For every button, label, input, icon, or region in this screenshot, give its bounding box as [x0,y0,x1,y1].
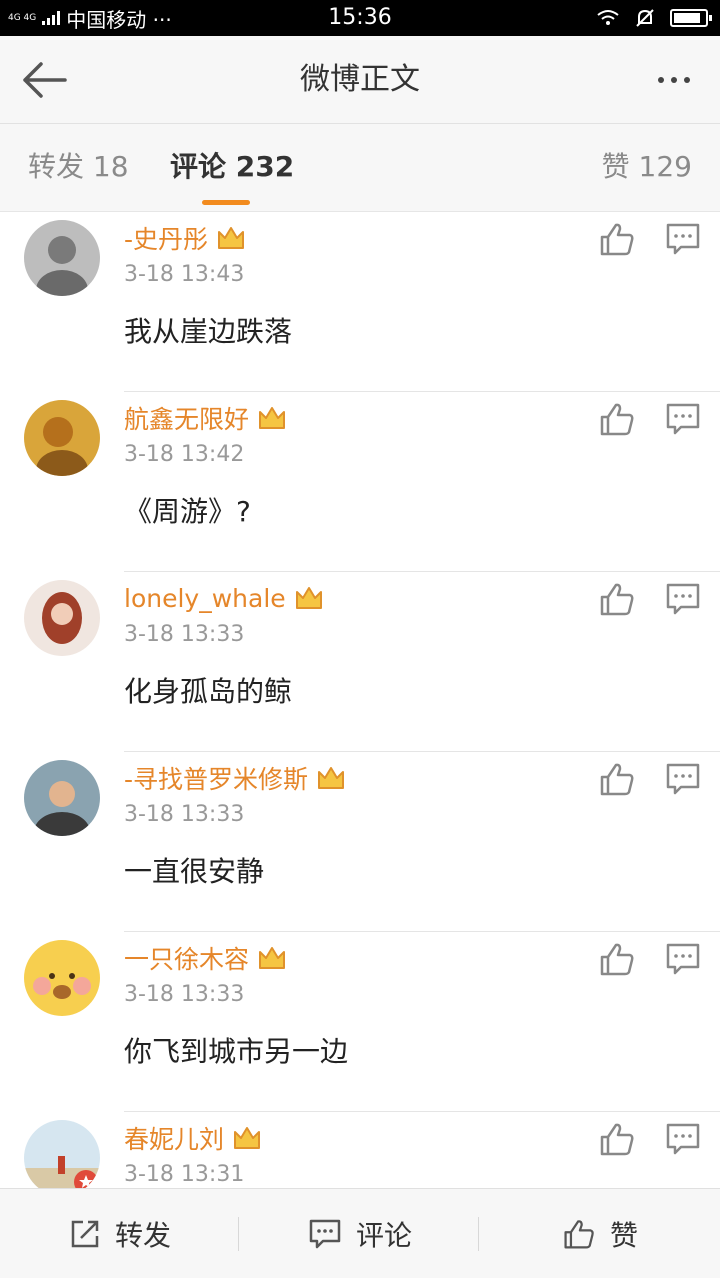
thumbs-up-icon[interactable] [598,220,636,258]
avatar[interactable] [24,1120,100,1188]
comment-time: 3-18 13:31 [124,1162,245,1187]
crown-badge-icon [318,767,345,789]
comment-bubble-icon [309,1219,341,1249]
comment-item: lonely_whale 3-18 13:33 化身孤岛的鲸 [0,572,720,752]
username-row: -史丹彤 [124,218,246,258]
divider [238,1217,239,1251]
avatar[interactable] [24,940,100,1016]
user-avatar-icon [24,1120,100,1188]
comment-item: 春妮儿刘 3-18 13:31 [0,1112,720,1188]
repost-button[interactable]: 转发 [0,1189,240,1278]
username[interactable]: lonely_whale [124,584,286,613]
comment-item: -史丹彤 3-18 13:43 我从崖边跌落 [0,212,720,392]
comment-bubble-icon[interactable] [664,940,702,978]
username[interactable]: -寻找普罗米修斯 [124,760,308,796]
comment-button[interactable]: 评论 [240,1189,480,1278]
avatar[interactable] [24,760,100,836]
more-dots-icon [658,77,664,83]
username-row: lonely_whale [124,578,324,618]
comment-text: 《周游》? [124,495,251,528]
crown-badge-icon [218,227,245,249]
crown-badge-icon [259,947,286,969]
user-avatar-icon [24,760,100,836]
comment-time: 3-18 13:42 [124,442,245,467]
bell-muted-icon [636,9,654,27]
crown-badge-icon [295,587,322,609]
comment-bubble-icon[interactable] [664,220,702,258]
divider [478,1217,479,1251]
more-dot [671,77,677,83]
username[interactable]: 一只徐木容 [124,940,249,976]
bottom-action-bar: 转发 评论 赞 [0,1188,720,1278]
more-dot [684,77,690,83]
username-row: 航鑫无限好 [124,398,287,438]
page-title: 微博正文 [300,62,420,97]
comment-text: 我从崖边跌落 [124,315,293,348]
thumbs-up-icon[interactable] [598,940,636,978]
user-avatar-icon [24,940,100,1016]
status-bar: 4G 4G 中国移动 ··· 15:36 [0,0,720,36]
status-right [596,0,712,36]
tab-like[interactable]: 赞 129 [602,124,692,212]
thumbs-up-icon [564,1220,594,1249]
crown-badge-icon [234,1127,261,1149]
user-avatar-icon [24,580,100,656]
crown-badge-icon [259,407,286,429]
username-row: 一只徐木容 [124,938,287,978]
thumbs-up-icon[interactable] [598,580,636,618]
comment-time: 3-18 13:43 [124,262,245,287]
user-avatar-icon [24,220,100,296]
username[interactable]: -史丹彤 [124,220,208,256]
more-button[interactable] [646,58,702,102]
nav-bar: 微博正文 [0,36,720,124]
comment-time: 3-18 13:33 [124,622,245,647]
username[interactable]: 春妮儿刘 [124,1120,224,1156]
detail-tabs: 转发 18 评论 232 赞 129 [0,124,720,212]
username[interactable]: 航鑫无限好 [124,400,249,436]
user-avatar-icon [24,400,100,476]
comment-time: 3-18 13:33 [124,982,245,1007]
comment-text: 你飞到城市另一边 [124,1035,349,1068]
repost-label: 转发 [114,1219,171,1252]
avatar[interactable] [24,220,100,296]
comment-time: 3-18 13:33 [124,802,245,827]
like-button[interactable]: 赞 [480,1189,720,1278]
comment-label: 评论 [355,1219,412,1252]
battery-fill [674,13,700,23]
wifi-icon [597,10,619,25]
comment-text: 一直很安静 [124,855,265,888]
thumbs-up-icon[interactable] [598,1120,636,1158]
like-label: 赞 [609,1219,638,1252]
share-icon [71,1220,99,1248]
comment-item: -寻找普罗米修斯 3-18 13:33 一直很安静 [0,752,720,932]
avatar[interactable] [24,400,100,476]
comment-bubble-icon[interactable] [664,1120,702,1158]
thumbs-up-icon[interactable] [598,760,636,798]
comment-item: 一只徐木容 3-18 13:33 你飞到城市另一边 [0,932,720,1112]
tab-repost[interactable]: 转发 18 [28,124,129,212]
comment-bubble-icon[interactable] [664,580,702,618]
avatar[interactable] [24,580,100,656]
tab-comment[interactable]: 评论 232 [170,124,294,212]
battery-icon [670,9,712,27]
comment-bubble-icon[interactable] [664,400,702,438]
comment-item: 航鑫无限好 3-18 13:42 《周游》? [0,392,720,572]
comment-list[interactable]: -史丹彤 3-18 13:43 我从崖边跌落 航鑫无限好 3-18 13:42 … [0,212,720,1188]
active-tab-indicator [202,200,250,205]
username-row: 春妮儿刘 [124,1118,262,1158]
comment-text: 化身孤岛的鲸 [124,675,293,708]
comment-bubble-icon[interactable] [664,760,702,798]
thumbs-up-icon[interactable] [598,400,636,438]
username-row: -寻找普罗米修斯 [124,758,346,798]
